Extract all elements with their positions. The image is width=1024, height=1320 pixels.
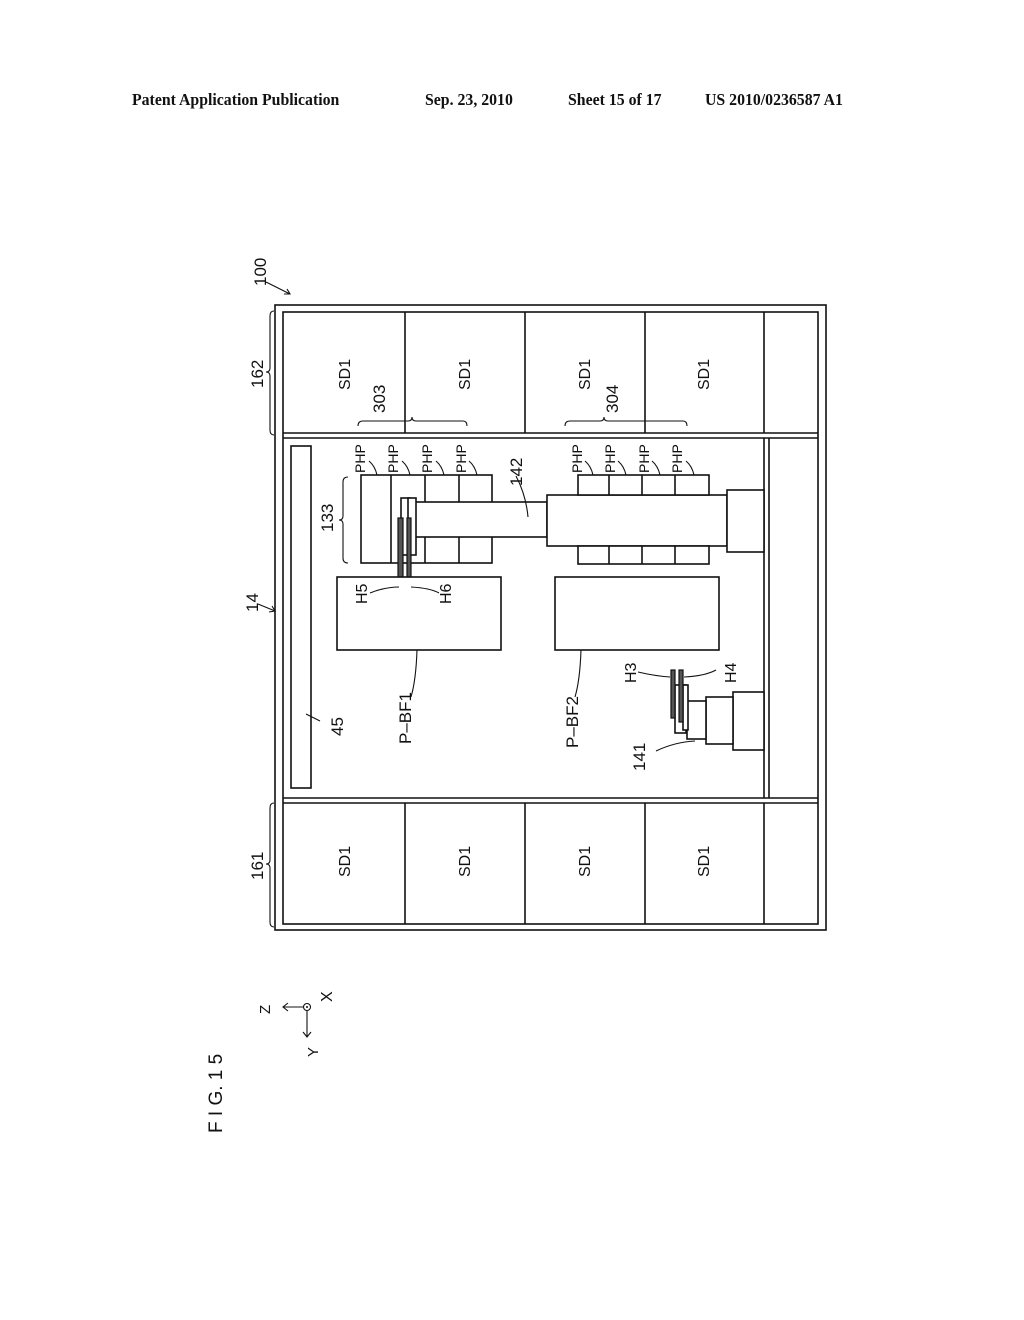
svg-text:SD1: SD1 — [696, 359, 713, 390]
brace-133: 133 — [318, 476, 349, 564]
svg-text:303: 303 — [370, 385, 389, 413]
svg-text:SD1: SD1 — [696, 846, 713, 877]
svg-text:P–BF1: P–BF1 — [396, 692, 415, 744]
svg-text:141: 141 — [630, 743, 649, 771]
svg-text:SD1: SD1 — [577, 359, 594, 390]
svg-text:SD1: SD1 — [457, 359, 474, 390]
upper-sd1-1: SD1 — [457, 359, 474, 390]
brace-162: 162 — [248, 310, 275, 436]
lower-unit-row — [283, 797, 818, 924]
php-right-labels: PHP PHP PHP PHP — [569, 444, 695, 476]
ref-100-leader — [265, 281, 291, 295]
svg-text:H4: H4 — [723, 662, 740, 683]
svg-text:Z: Z — [257, 1005, 274, 1014]
svg-text:45: 45 — [328, 717, 347, 736]
upper-unit-row — [283, 312, 818, 439]
svg-text:H6: H6 — [438, 583, 455, 604]
svg-text:H5: H5 — [354, 583, 371, 604]
figure-caption: F I G. 1 5 — [206, 1054, 227, 1133]
svg-text:100: 100 — [251, 258, 270, 286]
figure-drawing: 100 SD1 SD1 SD1 SD1 162 SD1 SD1 SD1 SD1 … — [206, 258, 827, 1133]
ref-141-label: 141 — [630, 740, 696, 771]
axis-indicator: Z Y X — [257, 991, 336, 1057]
svg-text:142: 142 — [507, 458, 526, 486]
svg-text:SD1: SD1 — [577, 846, 594, 877]
svg-text:304: 304 — [603, 385, 622, 413]
svg-text:133: 133 — [318, 504, 337, 532]
ref-14-label: 14 — [243, 593, 276, 613]
lower-sd1-3: SD1 — [696, 846, 713, 877]
svg-text:161: 161 — [248, 852, 267, 880]
svg-text:PHP: PHP — [636, 444, 652, 473]
ref-h3-label: H3 — [623, 662, 671, 683]
svg-text:PHP: PHP — [453, 444, 469, 473]
upper-sd1-2: SD1 — [577, 359, 594, 390]
svg-text:162: 162 — [248, 360, 267, 388]
svg-text:X: X — [319, 991, 336, 1002]
svg-text:F I G. 1 5: F I G. 1 5 — [206, 1054, 227, 1133]
svg-text:PHP: PHP — [419, 444, 435, 473]
upper-sd1-3: SD1 — [696, 359, 713, 390]
svg-text:14: 14 — [243, 593, 262, 612]
svg-text:PHP: PHP — [352, 444, 368, 473]
brace-303: 303 — [357, 385, 468, 427]
svg-text:SD1: SD1 — [337, 846, 354, 877]
ref-100-label: 100 — [251, 258, 291, 295]
ref-p-bf2-label: P–BF2 — [563, 649, 582, 748]
svg-text:SD1: SD1 — [457, 846, 474, 877]
svg-text:PHP: PHP — [602, 444, 618, 473]
lower-sd1-2: SD1 — [577, 846, 594, 877]
svg-text:P–BF2: P–BF2 — [563, 696, 582, 748]
robot-141 — [674, 684, 765, 751]
svg-text:PHP: PHP — [569, 444, 585, 473]
brace-161: 161 — [248, 802, 275, 928]
lower-sd1-0: SD1 — [337, 846, 354, 877]
ref-h4-label: H4 — [683, 662, 740, 683]
ref-45-label: 45 — [305, 713, 347, 736]
upper-sd1-0: SD1 — [337, 359, 354, 390]
svg-text:SD1: SD1 — [337, 359, 354, 390]
php-left-labels: PHP PHP PHP PHP — [352, 444, 478, 476]
buffer-p-bf2 — [554, 576, 720, 651]
rail-45 — [290, 445, 312, 789]
svg-text:Y: Y — [305, 1047, 322, 1057]
svg-text:H3: H3 — [623, 662, 640, 683]
svg-text:PHP: PHP — [385, 444, 401, 473]
lower-sd1-1: SD1 — [457, 846, 474, 877]
ref-p-bf1-label: P–BF1 — [396, 649, 418, 744]
svg-text:PHP: PHP — [669, 444, 685, 473]
